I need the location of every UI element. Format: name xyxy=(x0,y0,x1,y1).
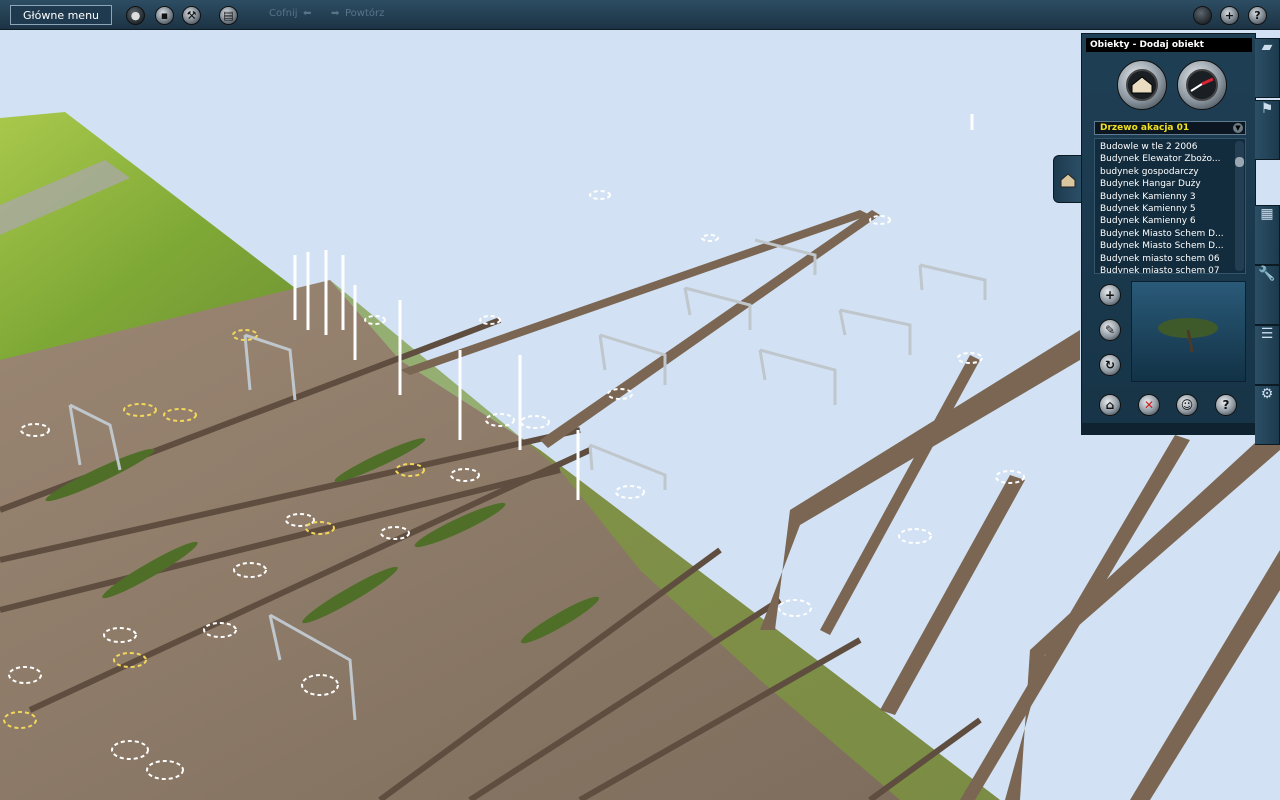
signal-icon: ⚑ xyxy=(1260,101,1274,117)
list-item[interactable]: Budynek Miasto Schem D... xyxy=(1100,228,1235,240)
camera-icon[interactable]: ● xyxy=(126,6,145,25)
tab-terrain[interactable]: ▰ xyxy=(1255,38,1280,98)
list-item[interactable]: Budynek Hangar Duży xyxy=(1100,178,1235,190)
house-icon xyxy=(1060,173,1075,188)
list-item[interactable]: Budynek Kamienny 6 xyxy=(1100,215,1235,227)
main-menu-button[interactable]: Główne menu xyxy=(10,5,112,25)
list-item[interactable]: Budynek Elewator Zbożo... xyxy=(1100,153,1235,165)
tab-trackside[interactable]: ⚑ xyxy=(1255,100,1280,160)
redo-button[interactable]: Powtórz xyxy=(345,8,384,19)
layers-icon: ☰ xyxy=(1260,326,1274,342)
selected-object-label: Drzewo akacja 01 xyxy=(1100,123,1190,133)
undo-arrow-icon[interactable]: ⬅ xyxy=(303,8,311,19)
tree-preview-icon xyxy=(1158,318,1218,353)
list-item[interactable]: Budynek Kamienny 5 xyxy=(1100,203,1235,215)
list-item[interactable]: budynek gospodarczy xyxy=(1100,166,1235,178)
collapse-panel-tab[interactable] xyxy=(1053,155,1081,203)
object-list[interactable]: Budowle w tle 2 2006 Budynek Elewator Zb… xyxy=(1094,138,1246,274)
list-item[interactable]: Budynek Miasto Schem D... xyxy=(1100,240,1235,252)
tab-tools[interactable]: 🔧 xyxy=(1255,265,1280,325)
redo-arrow-icon[interactable]: ➡ xyxy=(331,8,339,19)
track-icon xyxy=(1190,77,1214,92)
list-item[interactable]: Budynek miasto schem 07 xyxy=(1100,265,1235,273)
add-track-button[interactable] xyxy=(1177,60,1227,110)
add-icon[interactable]: + xyxy=(1099,284,1121,306)
delete-object-icon[interactable]: ✕ xyxy=(1138,394,1160,416)
scrollbar-thumb[interactable] xyxy=(1235,157,1244,167)
chevron-down-icon[interactable]: ▼ xyxy=(1233,123,1243,133)
panel-footer xyxy=(1081,423,1280,435)
tool-icon[interactable]: ⚒ xyxy=(182,6,201,25)
top-toolbar: Główne menu ● ▪ ⚒ ▤ Cofnij ⬅ ➡ Powtórz +… xyxy=(0,0,1280,30)
objects-panel: Obiekty - Dodaj obiekt Drzewo akacja 01 … xyxy=(1081,33,1256,435)
object-select-dropdown[interactable]: Drzewo akacja 01 ▼ xyxy=(1094,121,1246,135)
add-building-button[interactable] xyxy=(1117,60,1167,110)
delete-icon[interactable]: ▤ xyxy=(219,6,238,25)
gear-icon: ⚙ xyxy=(1260,386,1274,402)
help-icon[interactable]: ? xyxy=(1215,394,1237,416)
building-icon xyxy=(1131,76,1153,94)
save-icon[interactable]: ▪ xyxy=(155,6,174,25)
list-item[interactable]: Budowle w tle 2 2006 xyxy=(1100,141,1235,153)
list-item[interactable]: Budynek Kamienny 3 xyxy=(1100,191,1235,203)
box-icon: ▦ xyxy=(1260,206,1274,222)
person-icon[interactable]: ☺ xyxy=(1176,394,1198,416)
pick-icon[interactable]: ⌂ xyxy=(1099,394,1121,416)
edit-icon[interactable]: ✎ xyxy=(1099,319,1121,341)
plus-icon[interactable]: + xyxy=(1220,6,1239,25)
undo-button[interactable]: Cofnij xyxy=(269,8,298,19)
panel-title: Obiekty - Dodaj obiekt xyxy=(1086,38,1252,52)
rotate-icon[interactable]: ↻ xyxy=(1099,354,1121,376)
tab-layers[interactable]: ☰ xyxy=(1255,325,1280,385)
wrench-icon: 🔧 xyxy=(1258,266,1276,282)
record-icon[interactable] xyxy=(1193,6,1212,25)
tab-objects[interactable]: ▦ xyxy=(1255,205,1280,265)
tab-settings[interactable]: ⚙ xyxy=(1255,385,1280,445)
terrain-icon: ▰ xyxy=(1261,39,1273,55)
list-scrollbar[interactable] xyxy=(1235,141,1244,271)
list-item[interactable]: Budynek miasto schem 06 xyxy=(1100,253,1235,265)
object-preview xyxy=(1131,281,1246,382)
help-icon[interactable]: ? xyxy=(1248,6,1267,25)
